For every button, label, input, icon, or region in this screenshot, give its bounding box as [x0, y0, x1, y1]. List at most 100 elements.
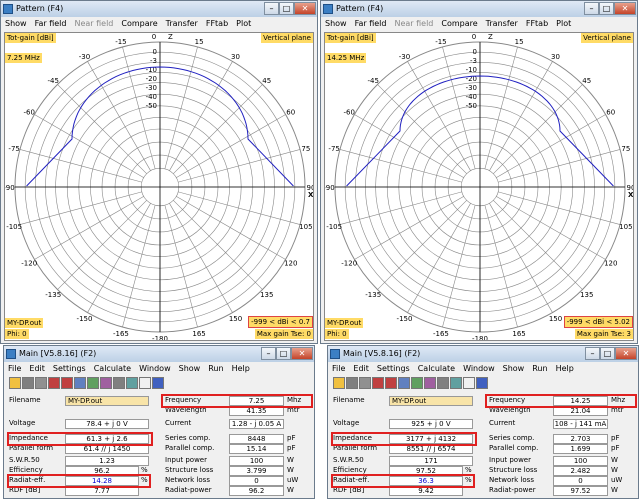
current-icon[interactable]: [100, 377, 112, 389]
menu-edit[interactable]: Edit: [29, 362, 45, 376]
z-axis-label: Z: [488, 33, 493, 41]
title-bar: Pattern (F4) – □ ✕: [1, 1, 317, 17]
results-panel: Filename MY-DP.out Frequency 7.25 Mhz Wavelen…: [7, 392, 313, 496]
menu-plot[interactable]: Plot: [556, 17, 571, 31]
menu-far-field[interactable]: Far field: [35, 17, 67, 31]
close-button[interactable]: ✕: [614, 2, 636, 15]
angle-tick-label: 105: [299, 223, 312, 231]
close-button[interactable]: ✕: [294, 2, 316, 15]
menu-file[interactable]: File: [332, 362, 345, 376]
parallel-comp-unit: pF: [287, 444, 296, 452]
menu-settings[interactable]: Settings: [377, 362, 410, 376]
menu-compare[interactable]: Compare: [121, 17, 157, 31]
frequency-highlight: [485, 394, 637, 408]
refresh-icon[interactable]: [398, 377, 410, 389]
window-title: Main [V5.8.16] (F2): [343, 349, 421, 358]
menu-calculate[interactable]: Calculate: [418, 362, 455, 376]
filename-label: Filename: [333, 396, 365, 404]
menu-transfer[interactable]: Transfer: [486, 17, 518, 31]
maximize-button[interactable]: □: [600, 347, 615, 360]
print-icon[interactable]: [359, 377, 371, 389]
polar-chart: 0-1515-3030-4545-6060-7575-9090-105105-1…: [5, 33, 313, 340]
menu-help[interactable]: Help: [232, 362, 250, 376]
current-icon[interactable]: [424, 377, 436, 389]
plane-label: Vertical plane: [261, 33, 313, 43]
angle-tick-label: 60: [286, 109, 295, 117]
angle-tick-label: 0: [152, 33, 156, 41]
save-icon[interactable]: [22, 377, 34, 389]
series-comp-label: Series comp.: [165, 434, 211, 442]
settings-icon[interactable]: [450, 377, 462, 389]
menu-compare[interactable]: Compare: [441, 17, 477, 31]
menu-show[interactable]: Show: [503, 362, 525, 376]
maximize-button[interactable]: □: [279, 2, 294, 15]
menu-run[interactable]: Run: [532, 362, 547, 376]
window-title: Pattern (F4): [16, 4, 64, 13]
print-icon[interactable]: [35, 377, 47, 389]
menu-window[interactable]: Window: [139, 362, 171, 376]
menu-file[interactable]: File: [8, 362, 21, 376]
menu-fftab[interactable]: FFtab: [526, 17, 548, 31]
ffk-icon[interactable]: [463, 377, 475, 389]
menu-run[interactable]: Run: [208, 362, 223, 376]
refresh-icon[interactable]: [74, 377, 86, 389]
series-comp-label: Series comp.: [489, 434, 535, 442]
menu-edit[interactable]: Edit: [353, 362, 369, 376]
menu-window[interactable]: Window: [463, 362, 495, 376]
menu-transfer[interactable]: Transfer: [166, 17, 198, 31]
menu-show[interactable]: Show: [179, 362, 201, 376]
menu-near-field[interactable]: Near field: [74, 17, 113, 31]
help-icon[interactable]: [152, 377, 164, 389]
menu-bar: Show Far field Near field Compare Transf…: [321, 17, 637, 31]
angle-tick-label: 75: [301, 145, 310, 153]
3d-icon[interactable]: [48, 377, 60, 389]
menu-calculate[interactable]: Calculate: [94, 362, 131, 376]
voltage-label: Voltage: [9, 419, 36, 427]
menu-plot[interactable]: Plot: [236, 17, 251, 31]
xy-axis-label: XY: [628, 191, 634, 199]
folder-icon[interactable]: [9, 377, 21, 389]
close-button[interactable]: ✕: [291, 347, 313, 360]
maximize-button[interactable]: □: [599, 2, 614, 15]
close-button[interactable]: ✕: [615, 347, 637, 360]
structure-loss-field: 3.799: [229, 466, 284, 476]
angle-tick-label: -60: [344, 109, 355, 117]
minimize-button[interactable]: –: [585, 347, 600, 360]
3d-icon[interactable]: [372, 377, 384, 389]
input-power-unit: W: [611, 456, 618, 464]
maximize-button[interactable]: □: [276, 347, 291, 360]
ffk-icon[interactable]: [139, 377, 151, 389]
minimize-button[interactable]: –: [584, 2, 599, 15]
save-icon[interactable]: [346, 377, 358, 389]
angle-tick-label: -165: [433, 330, 449, 338]
input-power-label: Input power: [489, 456, 531, 464]
angle-tick-label: 165: [192, 330, 205, 338]
menu-far-field[interactable]: Far field: [355, 17, 387, 31]
folder-icon[interactable]: [333, 377, 345, 389]
minimize-button[interactable]: –: [261, 347, 276, 360]
pattern-icon[interactable]: [113, 377, 125, 389]
menu-show[interactable]: Show: [325, 17, 347, 31]
menu-help[interactable]: Help: [556, 362, 574, 376]
help-icon[interactable]: [476, 377, 488, 389]
menu-show[interactable]: Show: [5, 17, 27, 31]
polar-plot-area: 0-1515-3030-4545-6060-7575-9090-105105-1…: [4, 32, 314, 341]
geometry-icon[interactable]: [411, 377, 423, 389]
2d-icon[interactable]: [385, 377, 397, 389]
parallel-comp-unit: pF: [611, 444, 620, 452]
2d-icon[interactable]: [61, 377, 73, 389]
geometry-icon[interactable]: [87, 377, 99, 389]
radiat-power-unit: W: [611, 486, 618, 494]
minimize-button[interactable]: –: [264, 2, 279, 15]
input-power-field: 100: [229, 456, 284, 466]
pattern-icon[interactable]: [437, 377, 449, 389]
settings-icon[interactable]: [126, 377, 138, 389]
structure-loss-label: Structure loss: [489, 466, 538, 474]
dbi-range-label: -999 < dBi < 0.7: [248, 316, 313, 328]
angle-tick-label: -165: [113, 330, 129, 338]
menu-near-field[interactable]: Near field: [394, 17, 433, 31]
filename-field[interactable]: MY-DP.out: [65, 396, 149, 406]
menu-fftab[interactable]: FFtab: [206, 17, 228, 31]
menu-settings[interactable]: Settings: [53, 362, 86, 376]
filename-field[interactable]: MY-DP.out: [389, 396, 473, 406]
